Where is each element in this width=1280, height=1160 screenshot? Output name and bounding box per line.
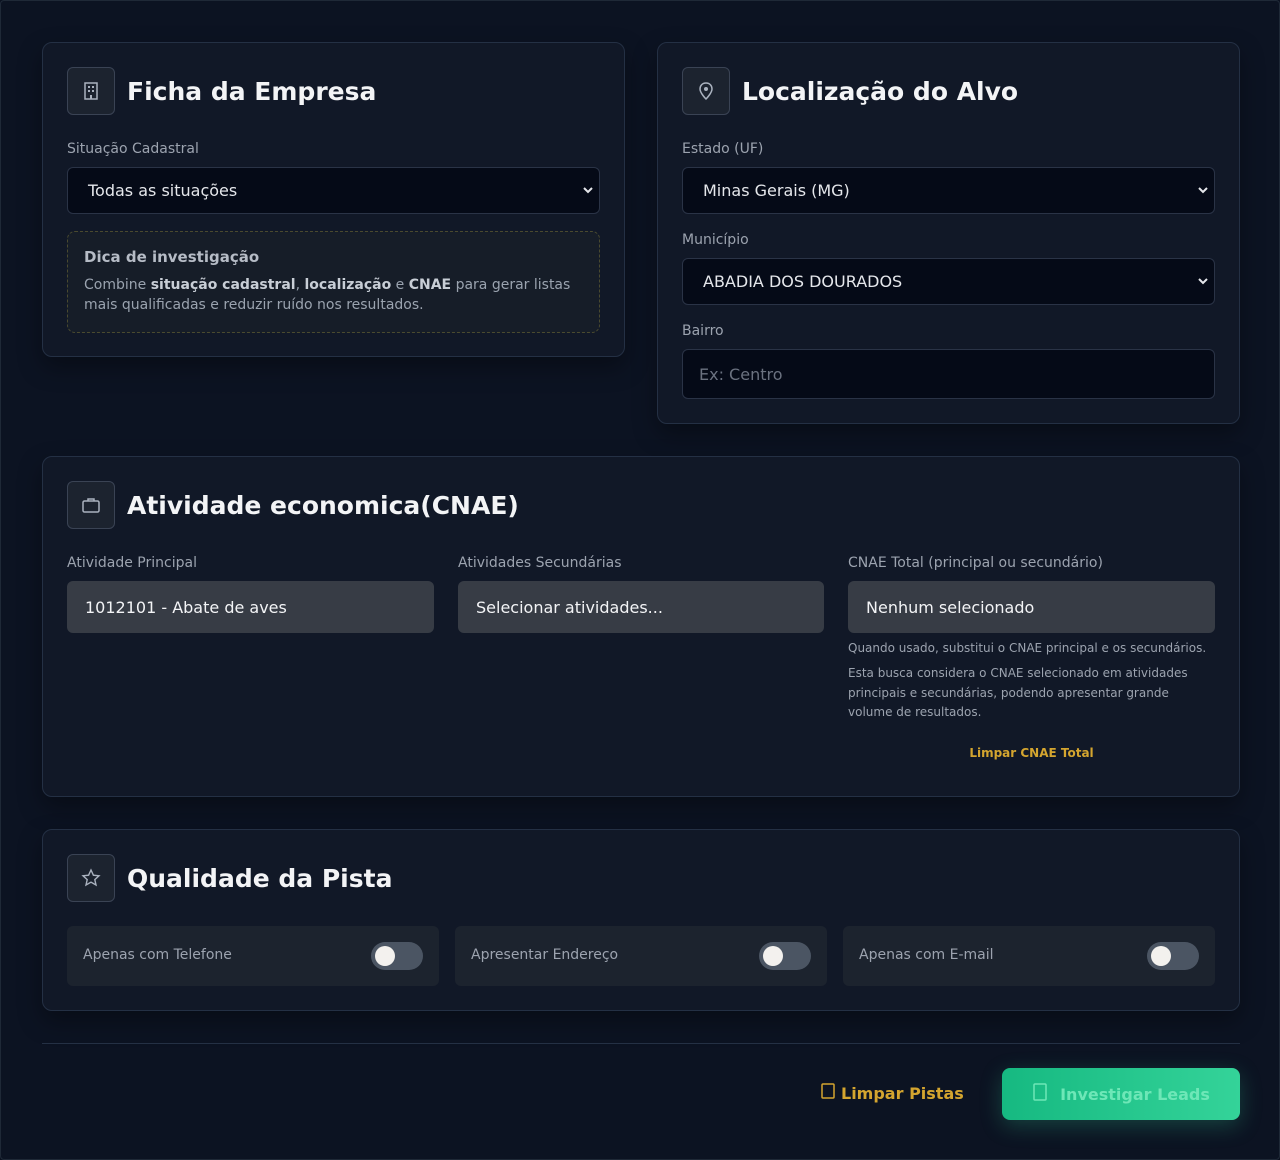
company-card-title: Ficha da Empresa — [127, 76, 377, 106]
city-label: Município — [682, 232, 749, 248]
main-activity-label: Atividade Principal — [67, 555, 197, 571]
company-card: Ficha da Empresa Situação Cadastral Toda… — [42, 42, 625, 357]
tip-text: Combine situação cadastral, localização … — [84, 277, 571, 313]
map-pin-icon — [682, 67, 730, 115]
secondary-activity-label: Atividades Secundárias — [458, 555, 622, 571]
toggle-address-row: Apresentar Endereço — [455, 926, 827, 986]
district-input[interactable] — [682, 349, 1215, 399]
status-select-value: Todas as situações — [88, 181, 238, 200]
status-select[interactable]: Todas as situações — [67, 167, 600, 214]
investigation-tip: Dica de investigação Combine situação ca… — [67, 231, 600, 333]
city-select-value: ABADIA DOS DOURADOS — [703, 272, 903, 291]
toggle-phone-switch[interactable] — [371, 942, 423, 970]
total-cnae-label: CNAE Total (principal ou secundário) — [848, 555, 1103, 571]
broom-icon — [821, 1083, 835, 1103]
footer-divider — [42, 1043, 1240, 1044]
page-frame: Ficha da Empresa Situação Cadastral Toda… — [0, 0, 1280, 1160]
quality-card: Qualidade da Pista Apenas com Telefone A… — [42, 829, 1240, 1011]
clear-leads-label: Limpar Pistas — [841, 1083, 964, 1103]
star-icon — [67, 854, 115, 902]
chevron-down-icon — [1198, 278, 1208, 285]
cnae-card: Atividade economica(CNAE) Atividade Prin… — [42, 456, 1240, 797]
clear-leads-button[interactable]: Limpar Pistas — [821, 1083, 964, 1103]
toggle-email-switch[interactable] — [1147, 942, 1199, 970]
quality-card-title: Qualidade da Pista — [127, 863, 393, 893]
investigate-leads-label: Investigar Leads — [1060, 1084, 1210, 1104]
total-cnae-note-2: Esta busca considera o CNAE selecionado … — [848, 666, 1188, 719]
toggle-address-switch[interactable] — [759, 942, 811, 970]
investigate-leads-button[interactable]: Investigar Leads — [1002, 1068, 1240, 1120]
clear-total-cnae-link[interactable]: Limpar CNAE Total — [848, 744, 1215, 764]
total-cnae-note-1: Quando usado, substitui o CNAE principal… — [848, 641, 1207, 655]
building-icon — [67, 67, 115, 115]
state-select-value: Minas Gerais (MG) — [703, 181, 850, 200]
toggle-email-row: Apenas com E-mail — [843, 926, 1215, 986]
total-cnae-field[interactable]: Nenhum selecionado — [848, 581, 1215, 633]
chevron-down-icon — [1198, 187, 1208, 194]
city-select[interactable]: ABADIA DOS DOURADOS — [682, 258, 1215, 305]
toggle-address-label: Apresentar Endereço — [471, 947, 619, 963]
toggle-email-label: Apenas com E-mail — [859, 947, 994, 963]
district-label: Bairro — [682, 323, 724, 339]
location-card-title: Localização do Alvo — [742, 76, 1019, 106]
briefcase-icon — [67, 481, 115, 529]
secondary-activity-field[interactable]: Selecionar atividades... — [458, 581, 824, 633]
chevron-down-icon — [583, 187, 593, 194]
state-label: Estado (UF) — [682, 141, 764, 157]
status-label: Situação Cadastral — [67, 141, 199, 157]
toggle-phone-label: Apenas com Telefone — [83, 947, 232, 963]
tip-title: Dica de investigação — [84, 248, 260, 266]
main-activity-field[interactable]: 1012101 - Abate de aves — [67, 581, 434, 633]
location-card: Localização do Alvo Estado (UF) Minas Ge… — [657, 42, 1240, 424]
cnae-card-title: Atividade economica(CNAE) — [127, 490, 519, 520]
state-select[interactable]: Minas Gerais (MG) — [682, 167, 1215, 214]
search-icon — [1032, 1083, 1048, 1105]
toggle-phone-row: Apenas com Telefone — [67, 926, 439, 986]
